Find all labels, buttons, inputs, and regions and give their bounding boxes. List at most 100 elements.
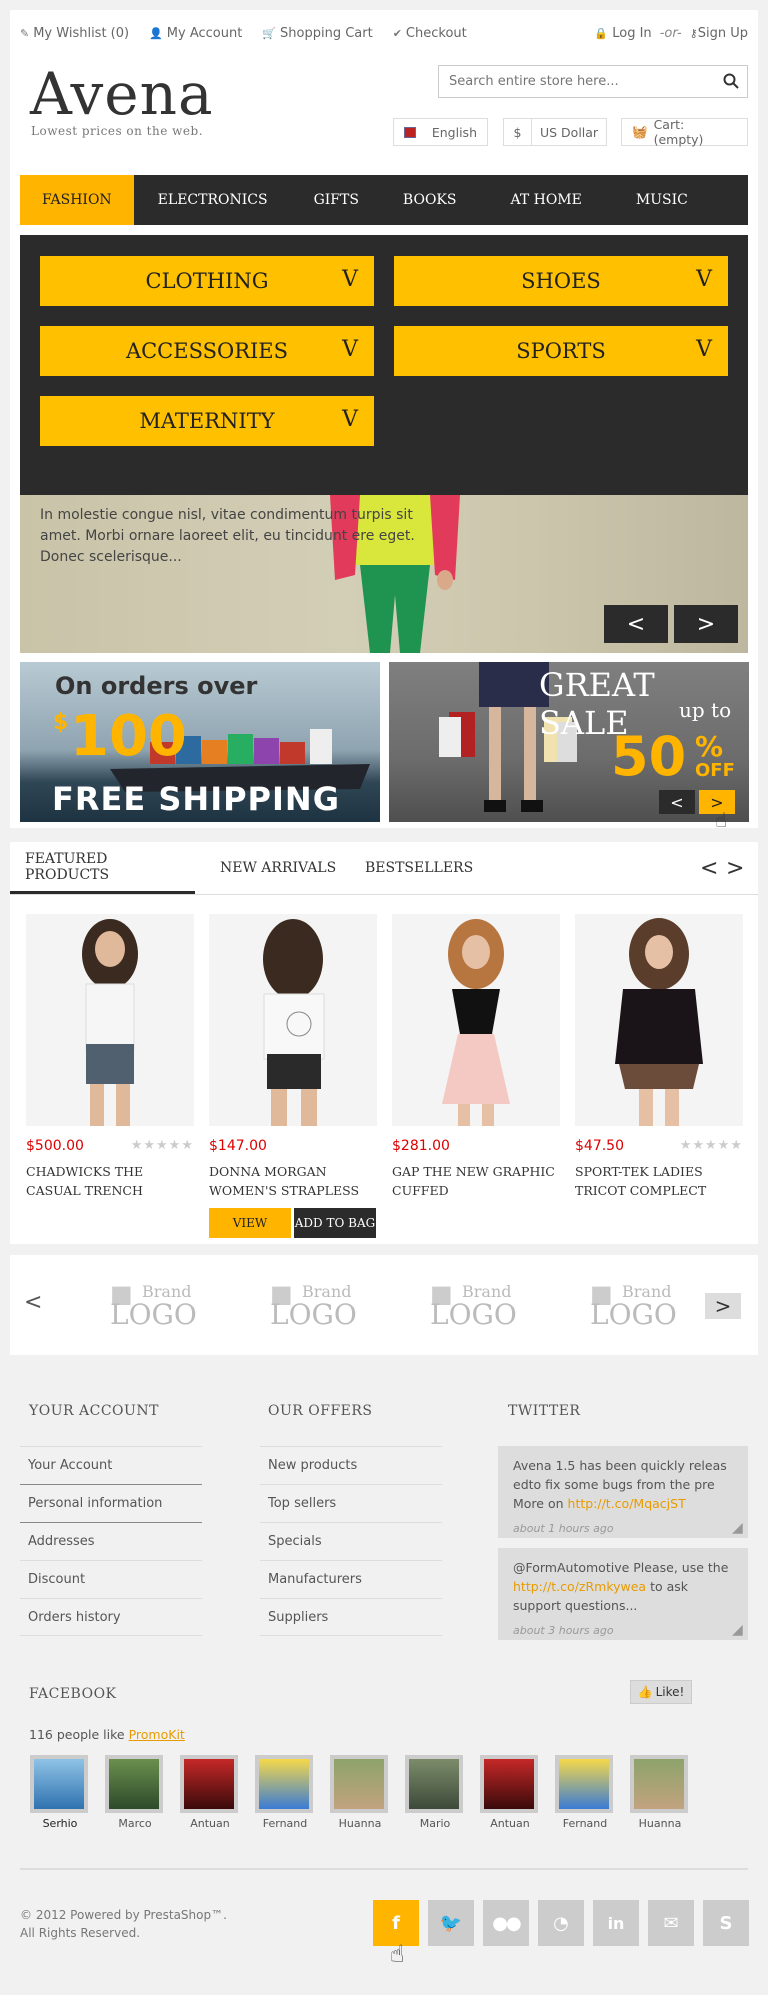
nav-gifts[interactable]: GIFTS <box>292 175 381 225</box>
wishlist-link[interactable]: ✎ My Wishlist (0) <box>20 26 129 41</box>
brand-logo[interactable]: ■ Brand LOGO <box>110 1280 230 1332</box>
avatar <box>255 1755 313 1813</box>
sale-prev-button[interactable]: < <box>659 790 695 814</box>
product-card[interactable]: $47.50 ★★★★★ SPORT-TEK LADIES TRICOT COM… <box>575 914 743 1200</box>
tweet-link[interactable]: http://t.co/MqacjST <box>568 1496 686 1511</box>
tab-bestsellers[interactable]: BESTSELLERS <box>365 842 473 894</box>
your-account-heading: YOUR ACCOUNT <box>29 1403 159 1419</box>
sale-percent: 50 <box>611 725 687 788</box>
product-name[interactable]: GAP THE NEW GRAPHIC CUFFED <box>392 1162 560 1200</box>
signup-link[interactable]: ⚷Sign Up <box>690 26 748 41</box>
brand-logo-word: LOGO <box>430 1298 517 1331</box>
hand-cursor-icon: ☝ <box>390 1940 405 1968</box>
offers-link-item[interactable]: Specials <box>260 1522 442 1560</box>
search-input[interactable] <box>439 66 709 97</box>
tab-new-arrivals[interactable]: NEW ARRIVALS <box>220 842 336 894</box>
account-link-item[interactable]: Personal information <box>20 1484 202 1522</box>
fan-avatar[interactable]: Fernand <box>555 1755 615 1830</box>
fan-avatar[interactable]: Antuan <box>480 1755 540 1830</box>
product-name[interactable]: CHADWICKS THE CASUAL TRENCH <box>26 1162 194 1200</box>
products-prev-arrow[interactable]: < <box>700 842 718 894</box>
category-accessories[interactable]: ACCESSORIES V <box>40 326 374 376</box>
tweet-body: @FormAutomotive Please, use the <box>513 1560 729 1575</box>
copyright-line: © 2012 Powered by PrestaShop™. <box>20 1908 227 1922</box>
category-maternity[interactable]: MATERNITY V <box>40 396 374 446</box>
fan-name: Serhio <box>42 1817 78 1830</box>
product-image[interactable] <box>26 914 194 1126</box>
category-clothing[interactable]: CLOTHING V <box>40 256 374 306</box>
twitter-icon[interactable]: 🐦 <box>428 1900 474 1946</box>
email-icon[interactable]: ✉ <box>648 1900 694 1946</box>
product-card[interactable]: $500.00 ★★★★★ CHADWICKS THE CASUAL TRENC… <box>26 914 194 1200</box>
fan-avatar[interactable]: Huanna <box>330 1755 390 1830</box>
chevron-down-icon: V <box>696 267 712 292</box>
site-logo[interactable]: Avena <box>30 60 214 128</box>
offers-link-item[interactable]: New products <box>260 1446 442 1484</box>
product-image[interactable] <box>209 914 377 1126</box>
nav-at-home[interactable]: AT HOME <box>478 175 613 225</box>
flickr-icon[interactable]: ●● <box>483 1900 529 1946</box>
tab-featured[interactable]: FEATURED PRODUCTS <box>10 842 195 894</box>
tweet-link[interactable]: http://t.co/zRmkywea <box>513 1579 646 1594</box>
category-sports[interactable]: SPORTS V <box>394 326 728 376</box>
cart-button[interactable]: 🧺 Cart: (empty) <box>621 117 748 147</box>
cart-link[interactable]: 🛒 Shopping Cart <box>262 26 372 41</box>
nav-music[interactable]: MUSIC <box>614 175 710 225</box>
brands-next-arrow[interactable]: > <box>705 1293 741 1319</box>
account-link-item[interactable]: Addresses <box>20 1522 202 1560</box>
products-next-arrow[interactable]: > <box>726 842 744 894</box>
account-link-item[interactable]: Discount <box>20 1560 202 1598</box>
brand-logo[interactable]: ■ Brand LOGO <box>590 1280 710 1332</box>
fan-avatar[interactable]: Fernand <box>255 1755 315 1830</box>
currency-select[interactable]: $ US Dollar <box>503 118 607 146</box>
account-link-item[interactable]: Orders history <box>20 1598 202 1636</box>
search-icon[interactable] <box>723 73 739 89</box>
nav-fashion[interactable]: FASHION <box>20 175 134 225</box>
fan-avatar[interactable]: Serhio <box>30 1755 90 1830</box>
account-link-item[interactable]: Your Account <box>20 1446 202 1484</box>
login-link[interactable]: 🔒 Log In <box>594 26 651 41</box>
slider-next-button[interactable]: > <box>674 605 738 643</box>
offers-link-item[interactable]: Top sellers <box>260 1484 442 1522</box>
skype-icon[interactable]: S <box>703 1900 749 1946</box>
slider-prev-button[interactable]: < <box>604 605 668 643</box>
fan-avatar[interactable]: Antuan <box>180 1755 240 1830</box>
category-shoes[interactable]: SHOES V <box>394 256 728 306</box>
account-links: Your Account Personal information Addres… <box>20 1446 202 1636</box>
rss-icon[interactable]: ◔ <box>538 1900 584 1946</box>
brands-prev-arrow[interactable]: < <box>24 1290 42 1315</box>
offers-link-item[interactable]: Suppliers <box>260 1598 442 1636</box>
product-card[interactable]: $281.00 GAP THE NEW GRAPHIC CUFFED <box>392 914 560 1200</box>
offers-link-item[interactable]: Manufacturers <box>260 1560 442 1598</box>
add-to-bag-button[interactable]: ADD TO BAG <box>294 1208 376 1238</box>
nav-electronics[interactable]: ELECTRONICS <box>134 175 292 225</box>
fan-avatar[interactable]: Marco <box>105 1755 165 1830</box>
product-name[interactable]: DONNA MORGAN WOMEN'S STRAPLESS <box>209 1162 377 1200</box>
product-name[interactable]: SPORT-TEK LADIES TRICOT COMPLECT <box>575 1162 743 1200</box>
like-button[interactable]: 👍 Like! <box>630 1680 692 1704</box>
lock-icon: 🔒 <box>594 27 609 40</box>
product-image[interactable] <box>392 914 560 1126</box>
promokit-link[interactable]: PromoKit <box>129 1727 185 1742</box>
fan-avatar[interactable]: Huanna <box>630 1755 690 1830</box>
product-image[interactable] <box>575 914 743 1126</box>
fan-avatar[interactable]: Mario <box>405 1755 465 1830</box>
nav-books[interactable]: BOOKS <box>381 175 479 225</box>
tagline: Lowest prices on the web. <box>31 124 204 138</box>
brand-logo[interactable]: ■ Brand LOGO <box>430 1280 550 1332</box>
linkedin-icon[interactable]: in <box>593 1900 639 1946</box>
currency-symbol: $ <box>504 119 532 145</box>
product-price: $147.00 <box>209 1138 267 1154</box>
free-shipping-banner[interactable]: On orders over $ 100 FREE SHIPPING <box>20 662 380 822</box>
language-select[interactable]: English <box>393 118 488 146</box>
main-nav: FASHION ELECTRONICS GIFTS BOOKS AT HOME … <box>20 175 748 225</box>
view-button[interactable]: VIEW <box>209 1208 291 1238</box>
account-label: My Account <box>166 26 243 41</box>
chevron-down-icon: V <box>342 337 358 362</box>
account-link[interactable]: 👤 My Account <box>149 26 242 41</box>
checkout-link[interactable]: ✔ Checkout <box>393 26 467 41</box>
brand-logo[interactable]: ■ Brand LOGO <box>270 1280 390 1332</box>
product-card[interactable]: $147.00 DONNA MORGAN WOMEN'S STRAPLESS <box>209 914 377 1200</box>
great-sale-banner[interactable]: GREAT SALE up to 50 % OFF < > <box>389 662 749 822</box>
check-icon: ✔ <box>392 27 402 40</box>
